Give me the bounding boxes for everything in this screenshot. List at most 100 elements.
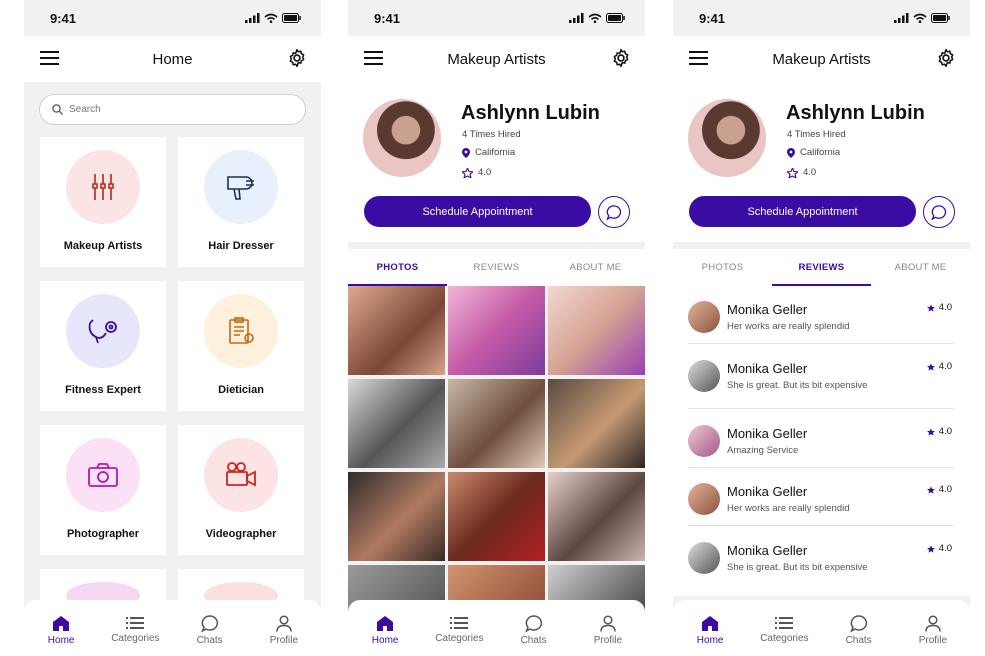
artist-name: Ashlynn Lubin — [461, 102, 600, 124]
category-icon-circle — [204, 438, 278, 512]
nav-categories[interactable]: Categories — [105, 608, 165, 652]
nav-label: Chats — [845, 634, 872, 646]
chat-button[interactable] — [923, 196, 955, 228]
review-item[interactable]: Monika Geller Her works are really splen… — [688, 468, 954, 526]
home-icon — [53, 615, 70, 631]
rating-value: 4.0 — [938, 543, 952, 554]
status-bar: 9:41 — [24, 0, 321, 36]
rating-value: 4.0 — [938, 426, 952, 437]
category-dietician[interactable]: Dietician — [178, 281, 304, 411]
category-icon-circle — [66, 294, 140, 368]
star-icon — [926, 303, 935, 312]
artist-profile-card: Ashlynn Lubin 4 Times Hired California 4… — [348, 82, 645, 242]
category-videographer[interactable]: Videographer — [178, 425, 304, 555]
location: California — [787, 147, 840, 158]
nav-home[interactable]: Home — [680, 608, 740, 652]
gallery-photo[interactable] — [548, 472, 645, 561]
location-text: California — [800, 147, 841, 158]
tab-about-me[interactable]: ABOUT ME — [546, 249, 645, 286]
tab-reviews[interactable]: REVIEWS — [447, 249, 546, 286]
menu-icon[interactable] — [364, 51, 383, 69]
review-text: She is great. But its bit expensive — [727, 562, 868, 573]
gallery-photo[interactable] — [348, 472, 445, 561]
nav-label: Chats — [520, 634, 547, 646]
nav-categories[interactable]: Categories — [429, 608, 489, 652]
avatar — [688, 483, 720, 515]
tab-photos[interactable]: PHOTOS — [348, 249, 447, 286]
tab-reviews[interactable]: REVIEWS — [772, 249, 871, 286]
chat-button[interactable] — [598, 196, 630, 228]
review-text: Amazing Service — [727, 445, 799, 456]
reviewer-name: Monika Geller — [727, 426, 808, 441]
gallery-photo[interactable] — [448, 472, 545, 561]
diet-clipboard-icon — [229, 317, 254, 344]
menu-icon[interactable] — [689, 51, 708, 69]
category-icon-circle — [204, 150, 278, 224]
chat-bubble-icon — [606, 204, 622, 220]
schedule-appointment-button[interactable]: Schedule Appointment — [689, 196, 916, 227]
status-bar: 9:41 — [348, 0, 645, 36]
category-photographer[interactable]: Photographer — [40, 425, 166, 555]
nav-chats[interactable]: Chats — [504, 608, 564, 652]
gallery-photo[interactable] — [448, 379, 545, 468]
artist-name: Ashlynn Lubin — [786, 102, 925, 124]
status-time: 9:41 — [50, 10, 77, 26]
schedule-appointment-button[interactable]: Schedule Appointment — [364, 196, 591, 227]
review-rating: 4.0 — [926, 543, 952, 554]
category-fitness-expert[interactable]: Fitness Expert — [40, 281, 166, 411]
page-title: Home — [152, 50, 193, 68]
profile-tabs: PHOTOS REVIEWS ABOUT ME — [348, 249, 645, 286]
search-input[interactable] — [69, 104, 269, 115]
status-bar: 9:41 — [673, 0, 970, 36]
gear-icon[interactable] — [287, 48, 307, 68]
nav-chats[interactable]: Chats — [829, 608, 889, 652]
wifi-icon — [588, 13, 602, 23]
nav-label: Categories — [435, 633, 484, 644]
nav-label: Home — [371, 634, 399, 646]
hair-dryer-icon — [227, 176, 254, 200]
nav-profile[interactable]: Profile — [903, 608, 963, 652]
artist-reviews-screen: 9:41 Makeup Artists Ashlynn Lubin 4 Time… — [673, 0, 970, 656]
review-text: Her works are really splendid — [727, 321, 850, 332]
home-icon — [377, 615, 394, 631]
gallery-photo[interactable] — [448, 286, 545, 375]
nav-categories[interactable]: Categories — [754, 608, 814, 652]
search-bar[interactable] — [39, 94, 306, 125]
nav-profile[interactable]: Profile — [254, 608, 314, 652]
review-rating: 4.0 — [926, 426, 952, 437]
star-icon — [926, 544, 935, 553]
review-item[interactable]: Monika Geller Amazing Service 4.0 — [688, 410, 954, 468]
tab-photos[interactable]: PHOTOS — [673, 249, 772, 286]
gallery-photo[interactable] — [548, 286, 645, 375]
gear-icon[interactable] — [611, 48, 631, 68]
status-icons — [245, 13, 301, 23]
battery-icon — [282, 13, 301, 23]
gallery-photo[interactable] — [348, 379, 445, 468]
stethoscope-icon — [88, 319, 117, 344]
gallery-photo[interactable] — [548, 379, 645, 468]
nav-profile[interactable]: Profile — [578, 608, 638, 652]
review-rating: 4.0 — [926, 361, 952, 372]
nav-chats[interactable]: Chats — [180, 608, 240, 652]
avatar — [688, 542, 720, 574]
review-item[interactable]: Monika Geller She is great. But its bit … — [688, 527, 954, 585]
avatar — [688, 360, 720, 392]
camera-icon — [88, 463, 118, 487]
app-header: Makeup Artists — [348, 36, 645, 82]
nav-label: Categories — [760, 633, 809, 644]
category-label: Photographer — [66, 528, 140, 540]
gallery-photo[interactable] — [348, 286, 445, 375]
review-item[interactable]: Monika Geller She is great. But its bit … — [688, 345, 954, 409]
avatar — [688, 301, 720, 333]
tab-about-me[interactable]: ABOUT ME — [871, 249, 970, 286]
review-item[interactable]: Monika Geller Her works are really splen… — [688, 286, 954, 344]
gear-icon[interactable] — [936, 48, 956, 68]
category-hair-dresser[interactable]: Hair Dresser — [178, 137, 304, 267]
nav-home[interactable]: Home — [31, 608, 91, 652]
hired-text: 4 Times Hired — [787, 129, 846, 140]
menu-icon[interactable] — [40, 51, 59, 69]
avatar — [688, 99, 766, 177]
artist-profile-card: Ashlynn Lubin 4 Times Hired California 4… — [673, 82, 970, 242]
nav-home[interactable]: Home — [355, 608, 415, 652]
category-makeup-artists[interactable]: Makeup Artists — [40, 137, 166, 267]
